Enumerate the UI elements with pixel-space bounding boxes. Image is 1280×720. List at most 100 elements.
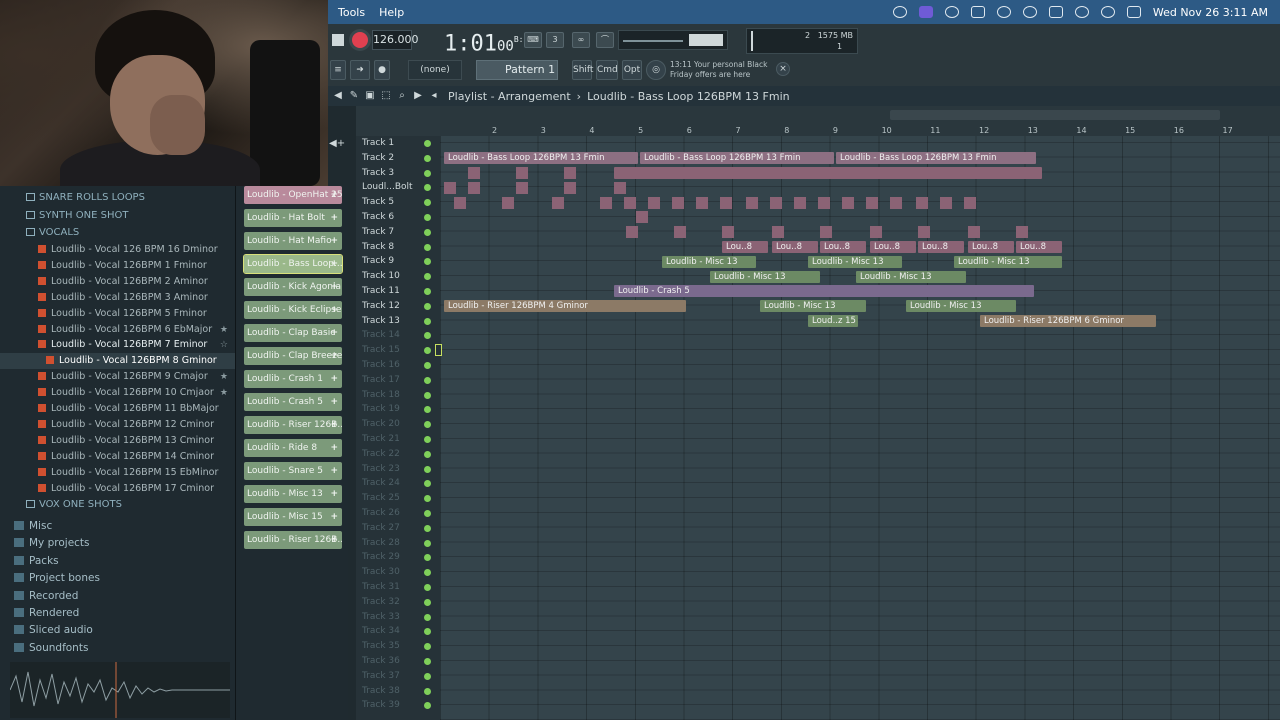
pattern-selector[interactable]: Pattern 1 — [476, 60, 558, 80]
channel-plus-icon[interactable]: + — [330, 485, 338, 503]
track-mute-led[interactable] — [424, 376, 431, 384]
channel-button[interactable]: Loudlib - Crash 1 + — [244, 370, 342, 388]
opt-button[interactable]: Opt — [622, 60, 642, 80]
vocal-file-item[interactable]: Loudlib - Vocal 126BPM 14 Cminor — [0, 449, 235, 465]
sync-icon[interactable] — [892, 6, 907, 18]
channel-plus-icon[interactable]: + — [330, 462, 338, 480]
pattern-clip-mini[interactable] — [842, 196, 854, 209]
channel-plus-icon[interactable]: + — [330, 531, 338, 549]
siri-icon[interactable] — [1100, 6, 1115, 18]
playlist-clip[interactable] — [614, 167, 1042, 179]
menu-tools[interactable]: Tools — [338, 6, 365, 19]
channel-plus-icon[interactable]: + — [330, 439, 338, 457]
playlist-clip[interactable]: Lou..8 — [918, 241, 964, 253]
step-edit-icon[interactable]: 3 — [546, 32, 564, 48]
channel-button[interactable]: Loudlib - Ride 8 + — [244, 439, 342, 457]
track-mute-led[interactable] — [424, 140, 431, 147]
pattern-clip-mini[interactable] — [746, 196, 758, 209]
search-icon[interactable] — [1074, 6, 1089, 18]
track-mute-led[interactable] — [424, 554, 431, 562]
root-folder-item[interactable]: My projects — [0, 535, 235, 551]
track-mute-led[interactable] — [424, 510, 431, 517]
playlist-clip[interactable]: Loudlib - Misc 13 — [808, 255, 902, 268]
pattern-clip-mini[interactable] — [870, 226, 882, 239]
channel-plus-icon[interactable]: + — [330, 347, 338, 365]
horizontal-scrollbar[interactable] — [890, 110, 1220, 120]
typing-keyboard-icon[interactable]: ⌨ — [524, 32, 542, 48]
pattern-clip-mini[interactable] — [696, 196, 708, 209]
news-ticker[interactable]: 13:11 Your personal Black Friday offers … — [670, 60, 770, 82]
track-mute-led[interactable] — [424, 228, 431, 236]
track-mute-led[interactable] — [424, 273, 431, 281]
track-header[interactable]: Track 37 — [356, 669, 440, 684]
pattern-clip-mini[interactable] — [502, 196, 514, 209]
vocal-file-item[interactable]: Loudlib - Vocal 126BPM 5 Fminor — [0, 306, 235, 322]
tempo-display[interactable]: 126.000 — [372, 30, 419, 50]
battery-icon[interactable] — [1048, 6, 1063, 18]
root-folder-item[interactable]: Recorded — [0, 588, 235, 604]
vocal-file-item[interactable]: Loudlib - Vocal 126 BPM 16 Dminor — [0, 242, 235, 258]
track-header[interactable]: Track 32 — [356, 595, 440, 610]
pattern-clip-mini[interactable] — [672, 196, 684, 209]
channel-button[interactable]: Loudlib - Bass Loop... + — [243, 254, 343, 274]
options-icon[interactable]: ◂ — [428, 90, 440, 102]
track-header[interactable]: Track 5 — [356, 195, 440, 210]
channel-plus-icon[interactable]: + — [330, 301, 338, 319]
playlist-clip[interactable]: Loudlib - Misc 13 — [662, 255, 756, 268]
menubar-datetime[interactable]: Wed Nov 26 3:11 AM — [1153, 6, 1268, 19]
channel-button[interactable]: Loudlib - Snare 5 + — [244, 462, 342, 480]
vocal-file-item[interactable]: Loudlib - Vocal 126BPM 7 Eminor ☆ — [0, 337, 235, 353]
wifi-icon[interactable] — [1022, 6, 1037, 18]
track-mute-led[interactable] — [424, 436, 431, 443]
vocal-file-item[interactable]: Loudlib - Vocal 126BPM 10 Cmjaor ★ — [0, 385, 235, 401]
pattern-clip-mini[interactable] — [720, 196, 732, 209]
playlist-clip[interactable]: Loudlib - Misc 13 — [760, 300, 866, 313]
pattern-clip-mini[interactable] — [770, 196, 782, 209]
folder-vocals[interactable]: VOCALS — [0, 225, 235, 241]
track-header[interactable]: Track 11 — [356, 284, 440, 299]
channel-plus-icon[interactable]: + — [330, 324, 338, 342]
track-header[interactable]: Track 6 — [356, 210, 440, 225]
channel-plus-icon[interactable]: + — [330, 255, 338, 273]
track-header[interactable]: Loudl...Bolt — [356, 180, 440, 195]
track-mute-led[interactable] — [424, 302, 431, 310]
track-header[interactable]: Track 13 — [356, 314, 440, 329]
track-mute-led[interactable] — [424, 628, 431, 636]
channel-button[interactable]: Loudlib - Clap Basic + — [244, 324, 342, 342]
song-position-clock[interactable]: 1:0100B:S:T — [444, 26, 538, 56]
track-mute-led[interactable] — [424, 480, 431, 488]
vocal-file-item[interactable]: Loudlib - Vocal 126BPM 1 Fminor — [0, 258, 235, 274]
pattern-clip-mini[interactable] — [918, 226, 930, 239]
playlist-clip[interactable]: Loudlib - Riser 126BPM 4 Gminor — [444, 300, 686, 313]
track-header[interactable]: Track 27 — [356, 521, 440, 536]
track-mute-led[interactable] — [424, 391, 431, 399]
vocal-file-item[interactable]: Loudlib - Vocal 126BPM 8 Gminor — [0, 353, 235, 370]
playlist-clip[interactable]: Loudlib - Misc 13 — [710, 270, 820, 283]
channel-plus-icon[interactable]: + — [330, 508, 338, 526]
sample-waveform-preview[interactable] — [9, 662, 230, 718]
favorite-star-icon[interactable]: ☆ — [220, 337, 228, 353]
track-mute-led[interactable] — [424, 406, 431, 414]
pattern-picker-none[interactable]: (none) — [408, 60, 462, 80]
track-header[interactable]: Track 39 — [356, 698, 440, 713]
track-header[interactable]: Track 36 — [356, 654, 440, 669]
track-mute-led[interactable] — [424, 258, 431, 266]
track-header[interactable]: Track 2 — [356, 151, 440, 166]
track-header[interactable]: Track 17 — [356, 373, 440, 388]
vocal-file-item[interactable]: Loudlib - Vocal 126BPM 9 Cmajor ★ — [0, 369, 235, 385]
track-mute-led[interactable] — [424, 362, 431, 369]
track-mute-led[interactable] — [424, 687, 431, 695]
playlist-clip[interactable]: Loudlib - Bass Loop 126BPM 13 Fmin — [836, 152, 1036, 165]
folder-vox-one-shots[interactable]: VOX ONE SHOTS — [0, 497, 235, 513]
track-header[interactable]: Track 30 — [356, 565, 440, 580]
select-icon[interactable]: ⬚ — [380, 90, 392, 102]
playlist-clip[interactable]: Lou..8 — [968, 241, 1014, 253]
playlist-clip[interactable]: Lou..8 — [1016, 241, 1062, 253]
channel-button[interactable]: Loudlib - Hat Bolt + — [244, 209, 342, 227]
track-header[interactable]: Track 26 — [356, 506, 440, 521]
track-mute-led[interactable] — [424, 243, 431, 251]
channel-button[interactable]: Loudlib - Misc 13 + — [244, 485, 342, 503]
pattern-clip-mini[interactable] — [772, 226, 784, 239]
playlist-clip[interactable]: Lou..8 — [722, 241, 768, 253]
cmd-button[interactable]: Cmd — [596, 60, 618, 80]
